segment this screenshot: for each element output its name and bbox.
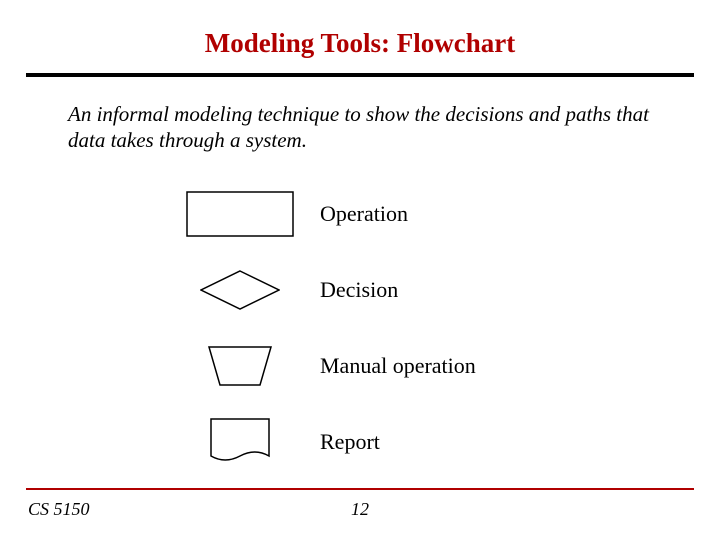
- legend-label: Report: [320, 429, 380, 455]
- slide: Modeling Tools: Flowchart An informal mo…: [0, 0, 720, 540]
- legend-label: Manual operation: [320, 353, 476, 379]
- manual-operation-icon: [160, 346, 320, 386]
- legend-row-report: Report: [160, 404, 680, 480]
- decision-icon: [160, 270, 320, 310]
- title-rule: [26, 73, 694, 77]
- legend-label: Operation: [320, 201, 408, 227]
- report-icon: [160, 418, 320, 466]
- legend-row-operation: Operation: [160, 176, 680, 252]
- legend: Operation Decision Manual operation: [160, 176, 680, 480]
- footer-page-number: 12: [0, 499, 720, 520]
- slide-title: Modeling Tools: Flowchart: [40, 28, 680, 59]
- legend-label: Decision: [320, 277, 398, 303]
- legend-row-decision: Decision: [160, 252, 680, 328]
- operation-icon: [160, 191, 320, 237]
- footer-rule: [26, 488, 694, 490]
- slide-description: An informal modeling technique to show t…: [68, 101, 652, 154]
- legend-row-manual: Manual operation: [160, 328, 680, 404]
